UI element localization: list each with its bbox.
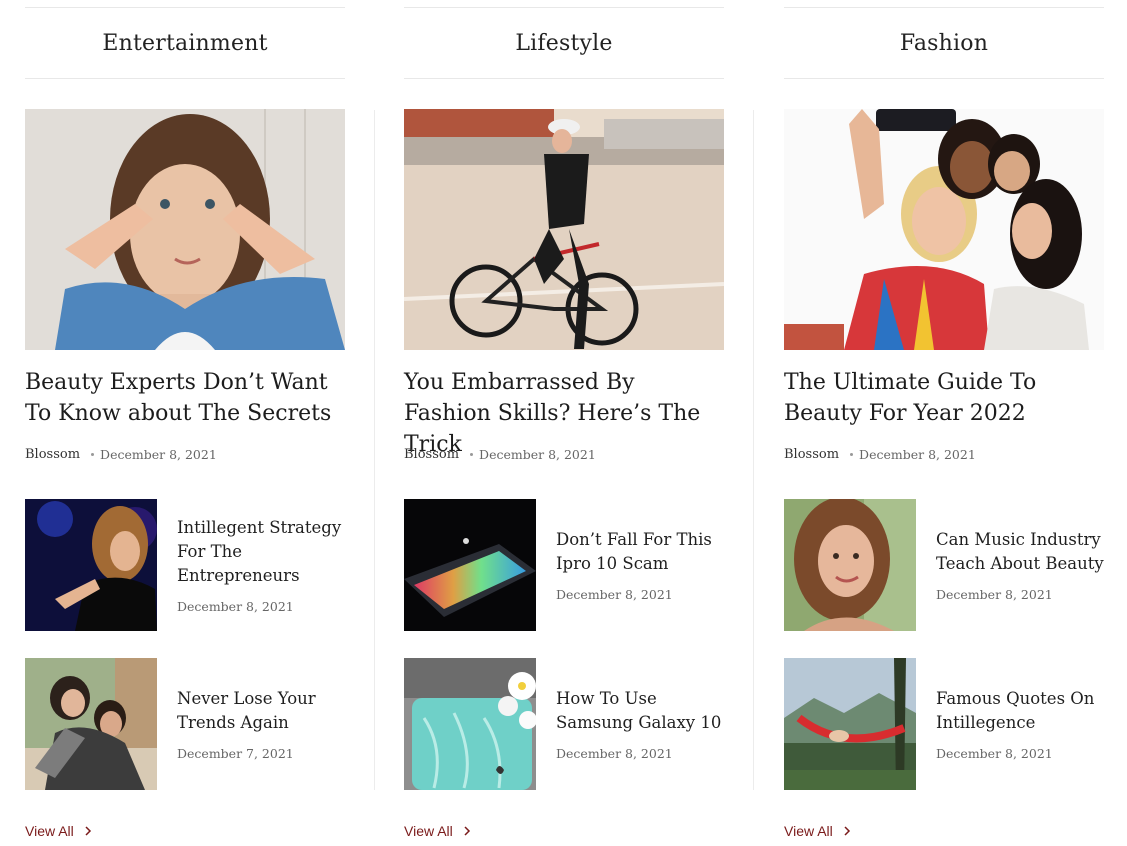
item-body: How To Use Samsung Galaxy 10 December 8,…	[556, 658, 726, 790]
featured-post-title[interactable]: Beauty Experts Don’t Want To Know about …	[25, 367, 347, 429]
post-date[interactable]: December 8, 2021	[479, 447, 596, 462]
post-thumbnail[interactable]	[404, 499, 536, 631]
post-date[interactable]: December 8, 2021	[936, 587, 1106, 602]
post-thumbnail[interactable]	[404, 658, 536, 790]
category-title[interactable]: Lifestyle	[515, 31, 612, 56]
view-all-label: View All	[784, 823, 833, 839]
category-header: Lifestyle	[404, 7, 724, 79]
post-author[interactable]: Blossom	[404, 447, 459, 462]
column-divider	[753, 110, 754, 790]
post-meta: Blossom December 8, 2021	[784, 447, 976, 462]
item-body: Intillegent Strategy For The Entrepreneu…	[177, 499, 347, 631]
item-body: Never Lose Your Trends Again December 7,…	[177, 658, 347, 790]
category-title[interactable]: Fashion	[900, 31, 988, 56]
meta-separator	[470, 453, 474, 456]
featured-image[interactable]	[404, 109, 724, 350]
laptop-rgb-photo	[404, 499, 536, 631]
category-header: Entertainment	[25, 7, 345, 79]
category-header: Fashion	[784, 7, 1104, 79]
post-thumbnail[interactable]	[784, 499, 916, 631]
post-meta: Blossom December 8, 2021	[404, 447, 596, 462]
list-item: Intillegent Strategy For The Entrepreneu…	[25, 499, 345, 631]
friends-selfie-photo	[784, 109, 1104, 350]
post-date[interactable]: December 8, 2021	[177, 599, 347, 614]
view-all-label: View All	[25, 823, 74, 839]
meta-separator	[850, 453, 854, 456]
featured-post-title[interactable]: The Ultimate Guide To Beauty For Year 20…	[784, 367, 1106, 429]
couple-piggyback-photo	[25, 658, 157, 790]
category-column-fashion: Fashion The Ultimate Guide To Beauty For…	[784, 0, 1104, 846]
post-date[interactable]: December 8, 2021	[100, 447, 217, 462]
chevron-right-icon	[82, 825, 94, 837]
post-date[interactable]: December 7, 2021	[177, 746, 347, 761]
view-all-link[interactable]: View All	[404, 823, 473, 839]
post-date[interactable]: December 8, 2021	[859, 447, 976, 462]
post-author[interactable]: Blossom	[25, 447, 80, 462]
featured-image[interactable]	[784, 109, 1104, 350]
post-author[interactable]: Blossom	[784, 447, 839, 462]
woman-peace-sign-photo	[25, 109, 345, 350]
view-all-link[interactable]: View All	[784, 823, 853, 839]
post-title[interactable]: Intillegent Strategy For The Entrepreneu…	[177, 516, 347, 588]
post-date[interactable]: December 8, 2021	[556, 746, 726, 761]
list-item: How To Use Samsung Galaxy 10 December 8,…	[404, 658, 724, 790]
smiling-woman-portrait-photo	[784, 499, 916, 631]
singer-on-stage-photo	[25, 499, 157, 631]
post-title[interactable]: Never Lose Your Trends Again	[177, 687, 347, 735]
view-all-link[interactable]: View All	[25, 823, 94, 839]
post-thumbnail[interactable]	[25, 658, 157, 790]
meta-separator	[91, 453, 95, 456]
post-title[interactable]: Don’t Fall For This Ipro 10 Scam	[556, 528, 726, 576]
item-body: Don’t Fall For This Ipro 10 Scam Decembe…	[556, 499, 726, 631]
post-title[interactable]: Can Music Industry Teach About Beauty	[936, 528, 1106, 576]
post-title[interactable]: How To Use Samsung Galaxy 10	[556, 687, 726, 735]
post-date[interactable]: December 8, 2021	[556, 587, 726, 602]
category-title[interactable]: Entertainment	[102, 31, 267, 56]
view-all-label: View All	[404, 823, 453, 839]
post-title[interactable]: Famous Quotes On Intillegence	[936, 687, 1106, 735]
category-column-entertainment: Entertainment Beauty Experts Don’t Want …	[25, 0, 345, 846]
item-body: Can Music Industry Teach About Beauty De…	[936, 499, 1106, 631]
phone-flowers-photo	[404, 658, 536, 790]
list-item: Can Music Industry Teach About Beauty De…	[784, 499, 1104, 631]
column-divider	[374, 110, 375, 790]
chevron-right-icon	[841, 825, 853, 837]
chevron-right-icon	[461, 825, 473, 837]
post-date[interactable]: December 8, 2021	[936, 746, 1106, 761]
featured-image[interactable]	[25, 109, 345, 350]
post-thumbnail[interactable]	[784, 658, 916, 790]
list-item: Famous Quotes On Intillegence December 8…	[784, 658, 1104, 790]
list-item: Don’t Fall For This Ipro 10 Scam Decembe…	[404, 499, 724, 631]
category-column-lifestyle: Lifestyle You Embarrassed By Fashion Ski…	[404, 0, 724, 846]
item-body: Famous Quotes On Intillegence December 8…	[936, 658, 1106, 790]
post-meta: Blossom December 8, 2021	[25, 447, 217, 462]
cyclist-photo	[404, 109, 724, 350]
post-thumbnail[interactable]	[25, 499, 157, 631]
hammock-forest-photo	[784, 658, 916, 790]
list-item: Never Lose Your Trends Again December 7,…	[25, 658, 345, 790]
